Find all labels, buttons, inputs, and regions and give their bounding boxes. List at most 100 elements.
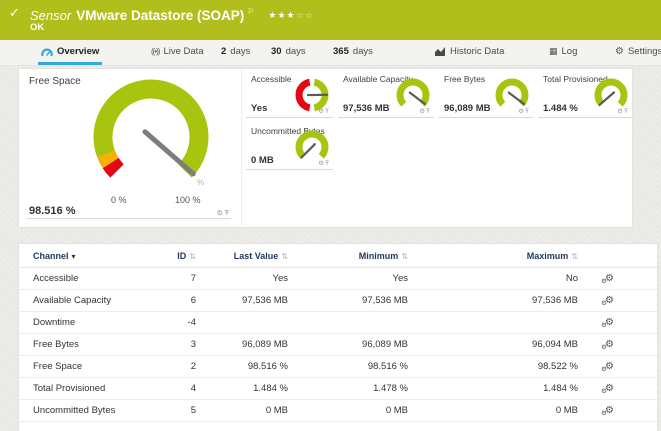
edit-channel-settings-icon[interactable]: ⚙⚙ — [605, 274, 614, 284]
table-body: Accessible7YesYesNo⚙⚙Available Capacity6… — [19, 268, 657, 422]
channel-id-cell: 5 — [159, 400, 204, 422]
gauge-panel-available-capacity: Available Capacity97,536 MB⚙Ŧ — [338, 72, 434, 118]
panel-underline — [246, 169, 333, 170]
maximum-cell: 97,536 MB — [416, 290, 586, 312]
last-value-cell: 0 MB — [204, 400, 296, 422]
edit-channel-settings-icon[interactable]: ⚙⚙ — [605, 296, 614, 306]
channel-actions-cell: ⚙⚙ — [586, 334, 657, 356]
edit-channel-settings-icon[interactable]: ⚙⚙ — [605, 406, 614, 416]
tab-historic-data[interactable]: Historic Data — [432, 41, 507, 62]
tab-label: days — [286, 46, 306, 57]
priority-flag-icon[interactable]: ⚐ — [247, 7, 254, 16]
pin-icon[interactable]: Ŧ — [624, 108, 629, 115]
channel-id-cell: 6 — [159, 290, 204, 312]
minimum-cell — [296, 312, 416, 334]
last-value-cell: 98.516 % — [204, 356, 296, 378]
gear-icon[interactable]: ⚙ — [617, 108, 624, 115]
pin-icon[interactable]: Ŧ — [225, 210, 231, 217]
tab-label: Log — [562, 46, 578, 57]
last-value-cell: 1.484 % — [204, 378, 296, 400]
gauge-needle — [301, 144, 314, 157]
column-header-maximum[interactable]: Maximum⇅ — [416, 244, 586, 268]
tab-bar: Overview ((•))Live Data 2days 30days 365days… — [0, 40, 661, 66]
gauge-value: 0 MB — [251, 155, 274, 166]
gear-icon[interactable]: ⚙ — [518, 108, 525, 115]
gauge-value: 96,089 MB — [444, 103, 490, 114]
table-row-uncommitted-bytes: Uncommitted Bytes50 MB0 MB0 MB⚙⚙ — [19, 400, 657, 422]
tab-label: days — [353, 46, 373, 57]
channel-id-cell: -4 — [159, 312, 204, 334]
gauge-value: 1.484 % — [543, 103, 578, 114]
column-header-actions — [586, 244, 657, 268]
tab-live-data[interactable]: ((•))Live Data — [148, 41, 207, 62]
gear-icon[interactable]: ⚙ — [216, 210, 224, 217]
maximum-cell: 98.522 % — [416, 356, 586, 378]
pin-icon[interactable]: Ŧ — [325, 160, 330, 167]
maximum-cell — [416, 312, 586, 334]
settings-gear-icon: ⚙ — [615, 47, 624, 57]
panel-underline — [538, 117, 632, 118]
free-space-gauge-panel: Free Space % 0 % 100 % 98.516 % ⚙Ŧ — [19, 69, 242, 225]
gear-icon[interactable]: ⚙ — [318, 108, 325, 115]
last-value-cell: 97,536 MB — [204, 290, 296, 312]
last-value-cell: 96,089 MB — [204, 334, 296, 356]
tab-settings[interactable]: ⚙Settings — [612, 41, 661, 62]
panel-underline — [338, 117, 434, 118]
column-label: Minimum — [359, 251, 399, 261]
gauge-unit-label: % — [197, 178, 204, 187]
sensor-status-text: OK — [30, 22, 44, 33]
minimum-cell: 0 MB — [296, 400, 416, 422]
column-label: ID — [177, 251, 186, 261]
status-ok-check-icon: ✓ — [9, 5, 20, 21]
column-header-minimum[interactable]: Minimum⇅ — [296, 244, 416, 268]
overview-gauges-section: Free Space % 0 % 100 % 98.516 % ⚙Ŧ Acces… — [18, 68, 633, 228]
tab-365-days[interactable]: 365days — [330, 41, 376, 62]
pin-icon[interactable]: Ŧ — [426, 108, 431, 115]
tab-overview[interactable]: Overview — [38, 41, 102, 65]
minimum-cell: Yes — [296, 268, 416, 290]
edit-channel-settings-icon[interactable]: ⚙⚙ — [605, 362, 614, 372]
pin-icon[interactable]: Ŧ — [325, 108, 330, 115]
column-header-last-value[interactable]: Last Value⇅ — [204, 244, 296, 268]
gauge-max-label: 100 % — [175, 195, 201, 205]
channel-actions-cell: ⚙⚙ — [586, 378, 657, 400]
channel-actions-cell: ⚙⚙ — [586, 400, 657, 422]
stars-empty: ☆☆ — [296, 10, 314, 20]
column-header-channel[interactable]: Channel▾ — [19, 244, 159, 268]
maximum-cell: 0 MB — [416, 400, 586, 422]
channel-name-cell: Free Space — [19, 356, 159, 378]
tab-log[interactable]: ▦Log — [546, 41, 580, 62]
sort-icon: ⇅ — [401, 252, 408, 261]
gear-icon[interactable]: ⚙ — [419, 108, 426, 115]
edit-channel-settings-icon[interactable]: ⚙⚙ — [605, 384, 614, 394]
channel-name-cell: Total Provisioned — [19, 378, 159, 400]
column-header-id[interactable]: ID⇅ — [159, 244, 204, 268]
channel-id-cell: 4 — [159, 378, 204, 400]
last-value-cell: Yes — [204, 268, 296, 290]
panel-underline — [439, 117, 533, 118]
table-row-free-space: Free Space298.516 %98.516 %98.522 %⚙⚙ — [19, 356, 657, 378]
channel-name-cell: Available Capacity — [19, 290, 159, 312]
table-row-total-provisioned: Total Provisioned41.484 %1.478 %1.484 %⚙… — [19, 378, 657, 400]
sensor-header: ✓ SensorVMware Datastore (SOAP)⚐★★★☆☆ OK — [0, 0, 661, 40]
stars-filled: ★★★ — [268, 10, 295, 20]
channel-name-cell: Free Bytes — [19, 334, 159, 356]
tab-2-days[interactable]: 2days — [218, 41, 253, 62]
panel-underline — [27, 218, 231, 219]
gauge-panel-free-bytes: Free Bytes96,089 MB⚙Ŧ — [439, 72, 533, 118]
column-label: Maximum — [527, 251, 569, 261]
panel-underline — [246, 117, 333, 118]
priority-stars[interactable]: ★★★☆☆ — [268, 10, 313, 20]
gear-icon[interactable]: ⚙ — [318, 160, 325, 167]
live-data-icon: ((•)) — [151, 48, 159, 56]
column-label: Last Value — [234, 251, 279, 261]
sort-icon: ▾ — [72, 252, 76, 261]
maximum-cell: 96,094 MB — [416, 334, 586, 356]
gauge-panel-total-provisioned: Total Provisioned1.484 %⚙Ŧ — [538, 72, 632, 118]
tab-30-days[interactable]: 30days — [268, 41, 309, 62]
pin-icon[interactable]: Ŧ — [525, 108, 530, 115]
gauge-panel-uncommitted-bytes: Uncommitted Bytes0 MB⚙Ŧ — [246, 124, 333, 170]
minimum-cell: 97,536 MB — [296, 290, 416, 312]
edit-channel-settings-icon[interactable]: ⚙⚙ — [605, 340, 614, 350]
edit-channel-settings-icon[interactable]: ⚙⚙ — [605, 318, 614, 328]
